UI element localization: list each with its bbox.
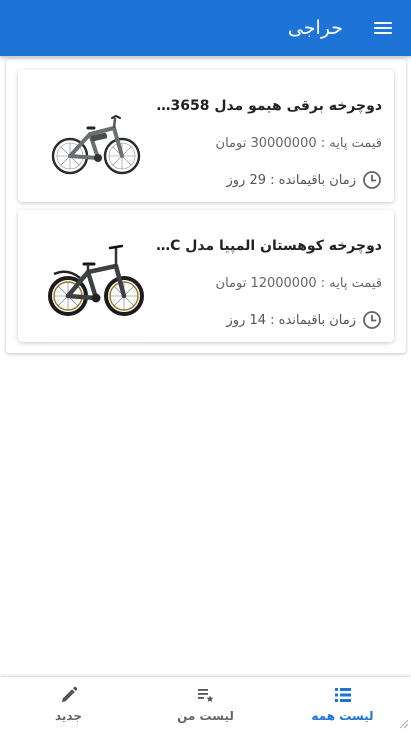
auction-card[interactable]: دوچرخه کوهستان المپیا مدل NIC... قیمت پا… <box>18 210 394 342</box>
list-icon <box>334 688 351 702</box>
nav-new[interactable]: جدید <box>0 677 137 731</box>
auction-title: دوچرخه کوهستان المپیا مدل NIC... <box>156 238 382 254</box>
nav-all-list[interactable]: لیست همه <box>274 677 411 731</box>
pencil-icon <box>61 686 77 702</box>
auction-time-left: زمان باقیمانده : 14 روز <box>227 310 383 330</box>
page-title: حراجی <box>287 17 343 39</box>
app-bar: حراجی <box>0 0 411 56</box>
clock-icon <box>363 171 381 189</box>
mountain-bike-image <box>44 234 146 336</box>
nav-label: لیست همه <box>311 709 374 723</box>
starred-list-icon <box>197 689 213 702</box>
menu-icon[interactable] <box>371 16 395 40</box>
auction-base-price: قیمت پایه : 12000000 تومان <box>215 276 382 291</box>
clock-icon <box>363 311 381 329</box>
electric-bike-image <box>44 94 146 196</box>
app-screen: حراجی دوچرخه برقی هیمو مدل UN3658... قیم… <box>0 0 411 731</box>
nav-label: جدید <box>54 709 83 723</box>
time-left-text: زمان باقیمانده : 14 روز <box>226 312 357 328</box>
nav-my-list[interactable]: لیست من <box>137 677 274 731</box>
auction-title: دوچرخه برقی هیمو مدل UN3658... <box>156 98 382 114</box>
auction-card[interactable]: دوچرخه برقی هیمو مدل UN3658... قیمت پایه… <box>18 70 394 202</box>
auction-time-left: زمان باقیمانده : 29 روز <box>227 170 383 190</box>
time-left-text: زمان باقیمانده : 29 روز <box>226 172 357 188</box>
resize-grip-icon[interactable] <box>399 719 409 729</box>
nav-label: لیست من <box>177 709 234 723</box>
auction-list: دوچرخه برقی هیمو مدل UN3658... قیمت پایه… <box>6 59 406 353</box>
auction-base-price: قیمت پایه : 30000000 تومان <box>215 136 382 151</box>
bottom-navigation: جدید لیست من لیست همه <box>0 677 411 731</box>
